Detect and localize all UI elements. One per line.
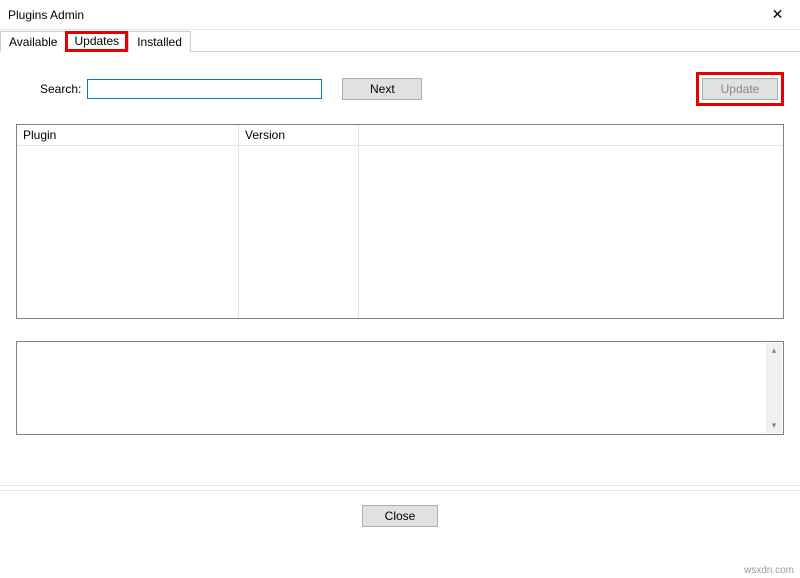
scroll-up-icon[interactable]: ▴: [772, 343, 777, 358]
tab-content: Search: Next Update Plugin Version ▴ ▾: [0, 52, 800, 445]
window-close-button[interactable]: ✕: [755, 0, 800, 30]
tab-installed[interactable]: Installed: [128, 31, 191, 52]
close-button[interactable]: Close: [362, 505, 438, 527]
plugins-table: Plugin Version: [16, 124, 784, 319]
description-box: ▴ ▾: [16, 341, 784, 435]
column-empty: [359, 125, 783, 318]
watermark: wsxdn.com: [744, 565, 794, 576]
search-row: Search: Next Update: [10, 72, 790, 106]
scroll-down-icon[interactable]: ▾: [772, 418, 777, 433]
scrollbar[interactable]: ▴ ▾: [766, 343, 782, 433]
column-header-version[interactable]: Version: [239, 125, 358, 146]
column-plugin: Plugin: [17, 125, 239, 318]
column-header-plugin[interactable]: Plugin: [17, 125, 238, 146]
search-input[interactable]: [87, 79, 322, 99]
titlebar: Plugins Admin ✕: [0, 0, 800, 30]
search-label: Search:: [40, 82, 81, 96]
update-button[interactable]: Update: [702, 78, 778, 100]
column-header-empty: [359, 125, 783, 146]
footer: Close: [0, 491, 800, 541]
close-icon: ✕: [772, 6, 784, 23]
window-title: Plugins Admin: [8, 8, 84, 22]
update-button-highlight: Update: [696, 72, 784, 106]
next-button[interactable]: Next: [342, 78, 422, 100]
column-version: Version: [239, 125, 359, 318]
tab-available[interactable]: Available: [0, 31, 66, 52]
tab-updates[interactable]: Updates: [65, 31, 128, 52]
tab-bar: Available Updates Installed: [0, 30, 800, 52]
